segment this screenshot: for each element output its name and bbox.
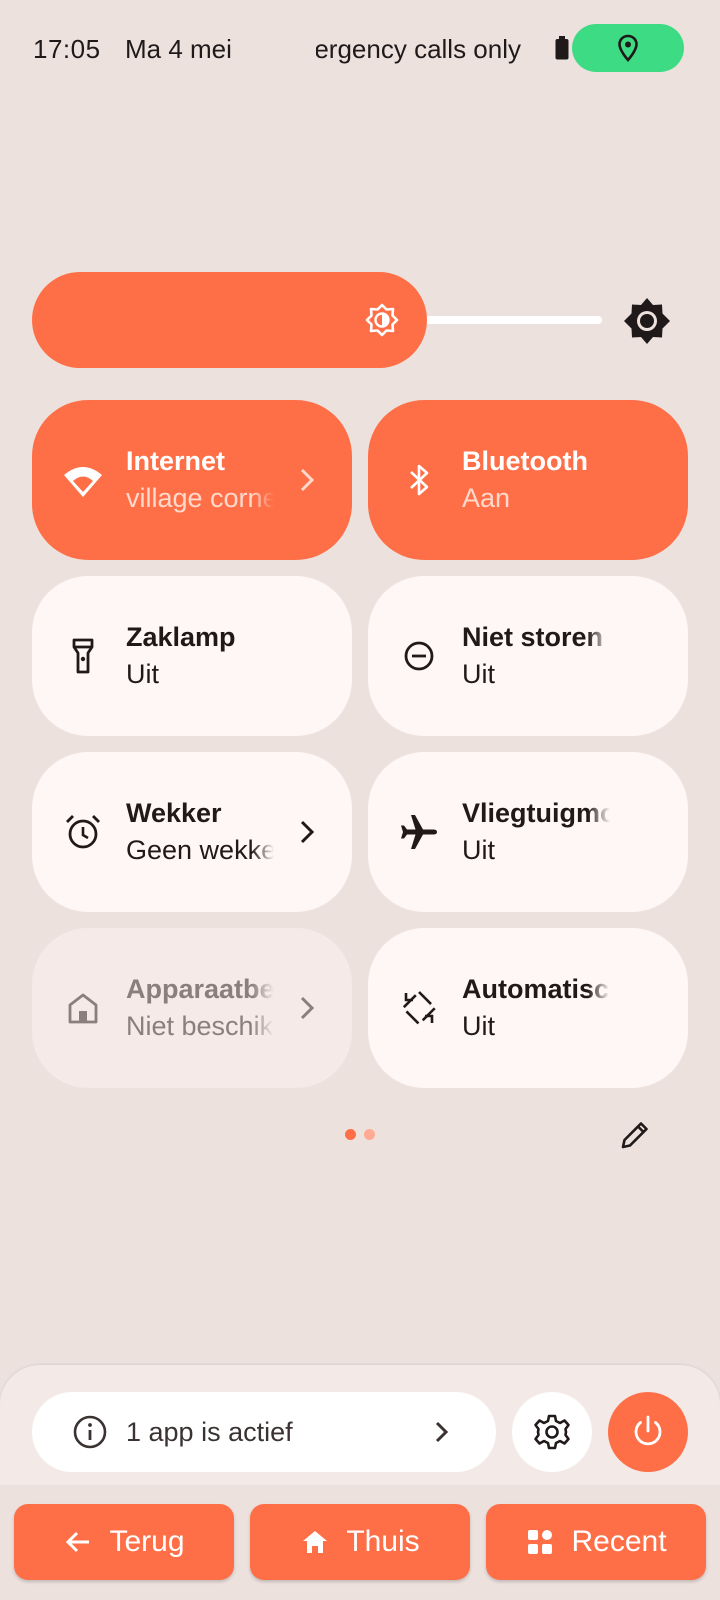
tile-title: Bluetooth xyxy=(462,446,588,476)
flashlight-icon xyxy=(62,635,104,677)
auto-rotate-icon xyxy=(398,987,440,1029)
tile-device-controls[interactable]: Apparaatbediening Niet beschikbaar xyxy=(32,928,352,1088)
tile-title: Automatisch draaien xyxy=(462,974,610,1004)
power-icon xyxy=(634,1415,662,1446)
recent-button[interactable]: Recent xyxy=(486,1504,706,1580)
tile-subtitle: village corner xyxy=(126,483,274,513)
navigation-bar: Terug Thuis Recent xyxy=(0,1486,720,1600)
wifi-icon xyxy=(62,459,104,501)
tile-title: Internet xyxy=(126,446,226,476)
brightness-slider[interactable] xyxy=(32,272,602,368)
info-icon xyxy=(73,1415,107,1449)
brightness-rail xyxy=(412,316,602,324)
tile-title: Niet storen xyxy=(462,622,604,652)
power-button[interactable] xyxy=(608,1392,688,1472)
tile-auto-rotate[interactable]: Automatisch draaien Uit xyxy=(368,928,688,1088)
tile-subtitle: Aan xyxy=(462,483,511,513)
tile-internet[interactable]: Internet village corner xyxy=(32,400,352,560)
tile-subtitle: Uit xyxy=(462,1011,495,1041)
location-pin-icon xyxy=(618,34,638,62)
arrow-left-icon xyxy=(63,1527,93,1557)
tile-flashlight[interactable]: Zaklamp Uit xyxy=(32,576,352,736)
brightness-icon xyxy=(365,303,399,337)
tile-airplane-mode[interactable]: Vliegtuigmodus Uit xyxy=(368,752,688,912)
page-dot[interactable] xyxy=(364,1129,375,1140)
tile-subtitle: Niet beschikbaar xyxy=(126,1011,274,1041)
alarm-icon xyxy=(62,811,104,853)
tile-title: Vliegtuigmodus xyxy=(462,798,610,828)
tile-subtitle: Uit xyxy=(126,659,159,689)
auto-brightness-icon[interactable] xyxy=(622,296,672,346)
airplane-icon xyxy=(398,811,440,853)
settings-button[interactable] xyxy=(512,1392,592,1472)
active-apps-label: 1 app is actief xyxy=(126,1416,293,1447)
home-label: Thuis xyxy=(346,1525,420,1558)
battery-icon xyxy=(555,36,569,60)
do-not-disturb-icon xyxy=(398,635,440,677)
date: Ma 4 mei xyxy=(125,34,232,64)
location-indicator[interactable] xyxy=(572,24,684,72)
tile-title: Wekker xyxy=(126,798,222,828)
tile-do-not-disturb[interactable]: Niet storen Uit xyxy=(368,576,688,736)
tile-subtitle: Geen wekker xyxy=(126,835,274,865)
tile-subtitle: Uit xyxy=(462,835,495,865)
tile-title: Zaklamp xyxy=(126,622,236,652)
home-button[interactable]: Thuis xyxy=(250,1504,470,1580)
clock: 17:05 xyxy=(33,34,101,64)
tile-title: Apparaatbediening xyxy=(126,974,274,1004)
page-dot-active xyxy=(345,1129,356,1140)
chevron-right-icon xyxy=(435,1421,449,1443)
active-apps-button[interactable]: 1 app is actief xyxy=(32,1392,496,1472)
chevron-right-icon xyxy=(300,820,315,844)
back-button[interactable]: Terug xyxy=(14,1504,234,1580)
edit-pencil-icon[interactable] xyxy=(618,1118,652,1152)
tile-alarm[interactable]: Wekker Geen wekker xyxy=(32,752,352,912)
back-label: Terug xyxy=(109,1525,185,1558)
chevron-right-icon xyxy=(300,996,315,1020)
gear-icon xyxy=(534,1414,570,1450)
carrier-text: Emergency calls only xyxy=(316,34,521,64)
bluetooth-icon xyxy=(398,459,440,501)
recent-apps-icon xyxy=(525,1527,555,1557)
home-icon xyxy=(62,987,104,1029)
house-icon xyxy=(300,1527,330,1557)
tile-bluetooth[interactable]: Bluetooth Aan xyxy=(368,400,688,560)
status-bar: 17:05 Ma 4 mei Emergency calls only xyxy=(0,0,720,100)
chevron-right-icon xyxy=(300,468,315,492)
tile-subtitle: Uit xyxy=(462,659,495,689)
recent-label: Recent xyxy=(571,1525,667,1558)
